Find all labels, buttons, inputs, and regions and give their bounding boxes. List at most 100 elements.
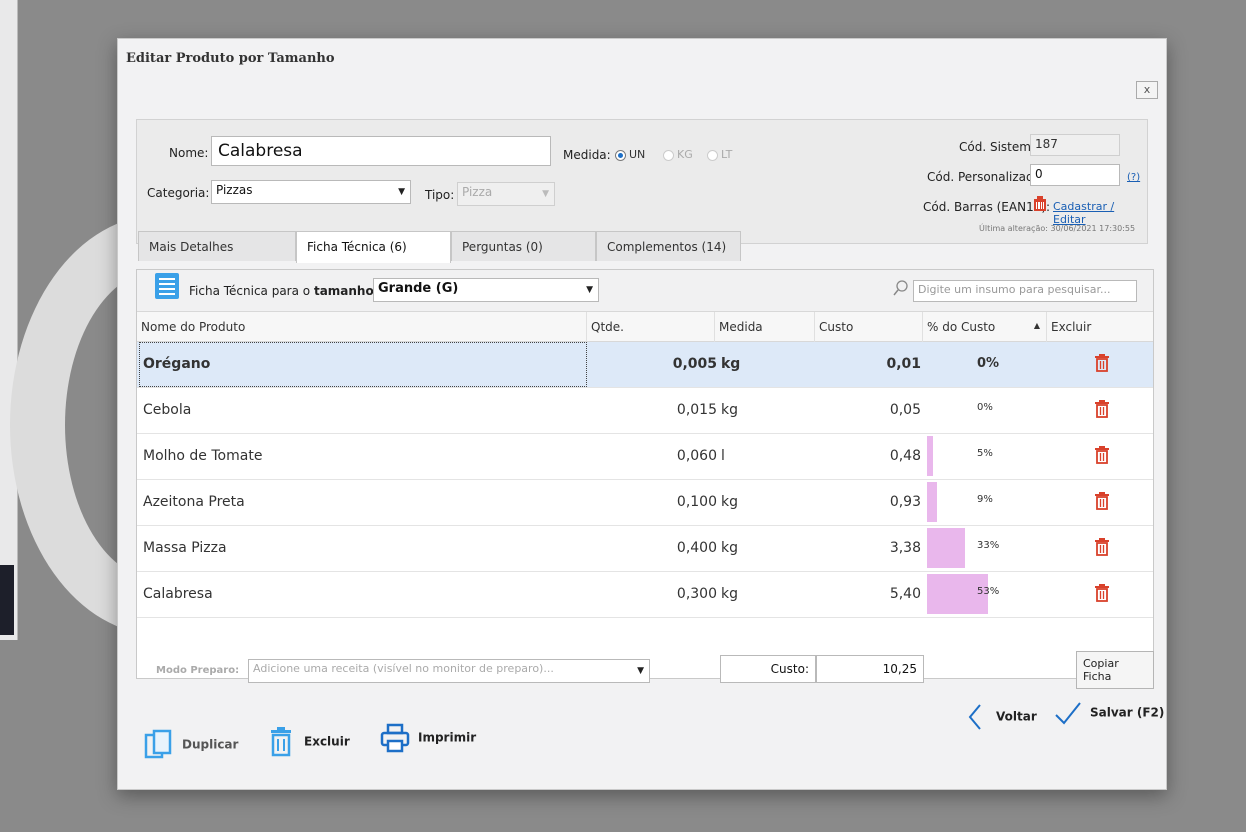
cell-cost: 5,40: [889, 586, 921, 602]
categoria-label: Categoria:: [147, 186, 210, 200]
medida-un-label: UN: [629, 148, 646, 161]
cell-name: Azeitona Preta: [143, 494, 245, 510]
ficha-size-label-prefix: Ficha Técnica para o: [189, 284, 311, 298]
cell-unit: kg: [721, 402, 738, 418]
cod-barras-label: Cód. Barras (EAN13):: [923, 200, 1051, 214]
ficha-size-label-bold: tamanho:: [313, 284, 379, 298]
cadastrar-editar-link[interactable]: Cadastrar / Editar: [1053, 200, 1147, 226]
cell-pct: 0%: [977, 402, 993, 413]
cell-unit: kg: [721, 540, 738, 556]
col-custo[interactable]: Custo: [815, 312, 923, 342]
cell-name: Calabresa: [143, 586, 213, 602]
medida-kg-label: KG: [677, 148, 693, 161]
imprimir-label: Imprimir: [418, 730, 477, 745]
cell-qty: 0,400: [676, 540, 717, 556]
tab-ficha-tecnica[interactable]: Ficha Técnica (6): [296, 231, 451, 263]
search-icon: [893, 280, 909, 299]
modo-preparo-select[interactable]: Adicione uma receita (visível no monitor…: [248, 659, 650, 683]
product-header-panel: Nome: Calabresa Medida: UN KG LT Categor…: [136, 119, 1148, 244]
medida-radio-kg[interactable]: KG: [663, 148, 693, 161]
custo-total-field: 10,25: [816, 655, 924, 683]
size-select[interactable]: Grande (G) ▼: [373, 278, 599, 302]
trash-icon: [271, 727, 291, 757]
cell-pct: 53%: [977, 586, 1000, 597]
cell-pct: 5%: [977, 448, 993, 459]
nome-input[interactable]: Calabresa: [211, 136, 551, 166]
voltar-label: Voltar: [996, 709, 1037, 724]
cell-qty: 0,300: [676, 586, 717, 602]
table-row[interactable]: Azeitona Preta 0,100 kg 0,93 9%: [137, 480, 1153, 526]
help-link[interactable]: (?): [1127, 172, 1140, 183]
tab-mais-detalhes[interactable]: Mais Detalhes: [138, 231, 296, 261]
cell-unit: kg: [721, 356, 741, 372]
table-row[interactable]: Calabresa 0,300 kg 5,40 53%: [137, 572, 1153, 618]
cell-qty: 0,060: [676, 448, 717, 464]
delete-row-icon[interactable]: [1093, 399, 1111, 419]
tipo-select[interactable]: Pizza ▼: [457, 182, 555, 206]
ficha-bottom-bar: Modo Preparo: Adicione uma receita (visí…: [136, 651, 1154, 691]
background-panel: [0, 0, 18, 640]
col-pct-custo[interactable]: % do Custo ▲: [923, 312, 1047, 342]
tab-complementos[interactable]: Complementos (14): [596, 231, 741, 261]
ultima-alteracao: Última alteração: 30/06/2021 17:30:55: [979, 224, 1136, 233]
medida-radio-lt[interactable]: LT: [707, 148, 732, 161]
medida-radio-un[interactable]: UN: [615, 148, 645, 161]
radio-selected-icon: [615, 149, 626, 161]
salvar-button[interactable]: Salvar (F2): [1054, 701, 1164, 725]
delete-row-icon[interactable]: [1093, 491, 1111, 511]
cod-sistema-field: 187: [1030, 134, 1120, 156]
delete-row-icon[interactable]: [1093, 583, 1111, 603]
cod-personalizado-label: Cód. Personalizado:: [927, 170, 1045, 184]
cell-cost: 0,48: [889, 448, 921, 464]
excluir-label: Excluir: [304, 734, 350, 749]
cell-unit: l: [721, 448, 725, 464]
cell-cost: 0,01: [886, 356, 921, 372]
col-pct-label: % do Custo: [927, 320, 996, 334]
cell-name: Massa Pizza: [143, 540, 227, 556]
imprimir-button[interactable]: Imprimir: [380, 723, 476, 753]
radio-icon: [707, 149, 718, 161]
chevron-left-icon: [968, 704, 981, 730]
ficha-toolbar: Ficha Técnica para o tamanho: Grande (G)…: [137, 270, 1153, 312]
delete-row-icon[interactable]: [1093, 353, 1111, 373]
custo-label: Custo:: [770, 662, 809, 676]
ficha-tecnica-panel: Ficha Técnica para o tamanho: Grande (G)…: [136, 269, 1154, 679]
background-dark-strip: [0, 565, 14, 635]
delete-row-icon[interactable]: [1093, 445, 1111, 465]
table-row[interactable]: Orégano 0,005 kg 0,01 0%: [137, 342, 1153, 388]
pct-bar: [927, 482, 938, 522]
cod-personalizado-input[interactable]: 0: [1030, 164, 1120, 186]
delete-row-icon[interactable]: [1093, 537, 1111, 557]
barcode-icon: [1033, 196, 1047, 212]
tipo-value: Pizza: [462, 185, 493, 199]
col-medida[interactable]: Medida: [715, 312, 815, 342]
medida-label: Medida:: [563, 148, 611, 162]
table-row[interactable]: Massa Pizza 0,400 kg 3,38 33%: [137, 526, 1153, 572]
chevron-down-icon: ▼: [398, 187, 405, 197]
cell-qty: 0,100: [676, 494, 717, 510]
pct-bar: [927, 436, 933, 476]
duplicar-label: Duplicar: [182, 737, 239, 752]
table-row[interactable]: Molho de Tomate 0,060 l 0,48 5%: [137, 434, 1153, 480]
close-button[interactable]: x: [1136, 81, 1158, 99]
table-row[interactable]: Cebola 0,015 kg 0,05 0%: [137, 388, 1153, 434]
printer-icon: [380, 723, 410, 753]
duplicar-button[interactable]: Duplicar: [144, 729, 238, 761]
cell-name: Molho de Tomate: [143, 448, 263, 464]
excluir-button[interactable]: Excluir: [268, 727, 350, 757]
voltar-button[interactable]: Voltar: [966, 703, 1037, 731]
cell-qty: 0,005: [672, 356, 717, 372]
categoria-select[interactable]: Pizzas ▼: [211, 180, 411, 204]
tipo-label: Tipo:: [425, 188, 455, 202]
tab-perguntas[interactable]: Perguntas (0): [451, 231, 596, 261]
pct-bar: [927, 528, 965, 568]
search-input[interactable]: Digite um insumo para pesquisar...: [913, 280, 1137, 302]
modo-preparo-label: Modo Preparo:: [156, 665, 240, 676]
col-qtde[interactable]: Qtde.: [587, 312, 715, 342]
col-excluir[interactable]: Excluir: [1047, 312, 1155, 342]
col-nome[interactable]: Nome do Produto: [137, 312, 587, 342]
cell-cost: 0,05: [889, 402, 921, 418]
copiar-ficha-button[interactable]: Copiar Ficha: [1076, 651, 1154, 689]
nome-label: Nome:: [169, 146, 209, 160]
window-title: Editar Produto por Tamanho: [126, 51, 335, 66]
